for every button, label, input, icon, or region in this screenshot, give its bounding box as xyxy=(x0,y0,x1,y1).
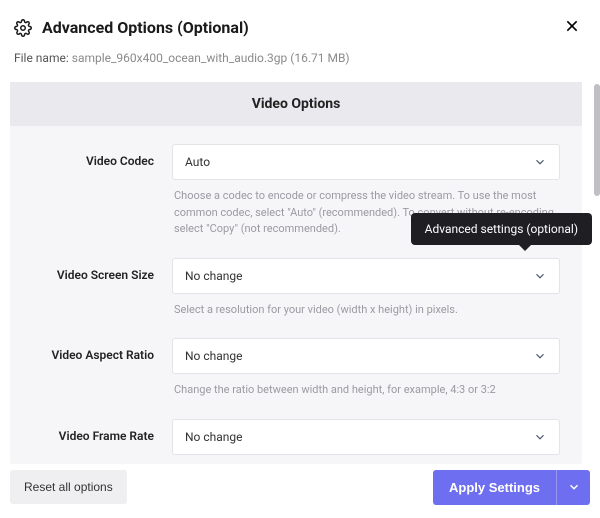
framerate-label: Video Frame Rate xyxy=(32,419,172,443)
aspect-select[interactable]: No change xyxy=(172,338,560,374)
file-size: (16.71 MB) xyxy=(290,51,349,65)
apply-dropdown-button[interactable] xyxy=(556,470,590,505)
options-scroll[interactable]: Video Options Video Codec Auto Choose a … xyxy=(10,82,596,464)
panel-body: Video Codec Auto Choose a codec to encod… xyxy=(10,126,582,464)
reset-button[interactable]: Reset all options xyxy=(10,470,127,504)
row-framerate: Video Frame Rate No change Change FPS (f… xyxy=(32,419,560,465)
chevron-down-icon xyxy=(533,155,547,169)
tooltip: Advanced settings (optional) xyxy=(411,213,592,245)
codec-select[interactable]: Auto xyxy=(172,144,560,180)
row-screen-size: Video Screen Size No change Select a res… xyxy=(32,258,560,335)
aspect-label: Video Aspect Ratio xyxy=(32,338,172,362)
dialog-header: Advanced Options (Optional) xyxy=(0,0,600,47)
close-icon xyxy=(564,18,580,34)
codec-label: Video Codec xyxy=(32,144,172,168)
codec-value: Auto xyxy=(185,155,533,169)
dialog-footer: Reset all options Apply Settings xyxy=(0,464,600,510)
row-aspect: Video Aspect Ratio No change Change the … xyxy=(32,338,560,415)
chevron-down-icon xyxy=(533,269,547,283)
framerate-value: No change xyxy=(185,430,533,444)
dialog-title: Advanced Options (Optional) xyxy=(42,18,249,37)
aspect-value: No change xyxy=(185,349,533,363)
apply-button[interactable]: Apply Settings xyxy=(433,470,556,505)
file-label: File name: xyxy=(14,51,69,65)
close-button[interactable] xyxy=(560,14,584,38)
screen-size-help: Select a resolution for your video (widt… xyxy=(172,294,560,335)
file-name: sample_960x400_ocean_with_audio.3gp xyxy=(72,51,288,65)
video-options-panel: Video Options Video Codec Auto Choose a … xyxy=(10,82,582,464)
framerate-help: Change FPS (frames per second) of video xyxy=(172,455,560,465)
screen-size-label: Video Screen Size xyxy=(32,258,172,282)
screen-size-value: No change xyxy=(185,269,533,283)
chevron-down-icon xyxy=(533,349,547,363)
panel-title: Video Options xyxy=(10,82,582,126)
screen-size-select[interactable]: No change xyxy=(172,258,560,294)
apply-group: Apply Settings xyxy=(433,470,590,505)
gear-icon xyxy=(14,19,32,37)
scrollbar-thumb[interactable] xyxy=(594,84,600,196)
chevron-down-icon xyxy=(567,480,581,494)
file-info: File name: sample_960x400_ocean_with_aud… xyxy=(0,47,600,79)
chevron-down-icon xyxy=(533,430,547,444)
framerate-select[interactable]: No change xyxy=(172,419,560,455)
aspect-help: Change the ratio between width and heigh… xyxy=(172,374,560,415)
